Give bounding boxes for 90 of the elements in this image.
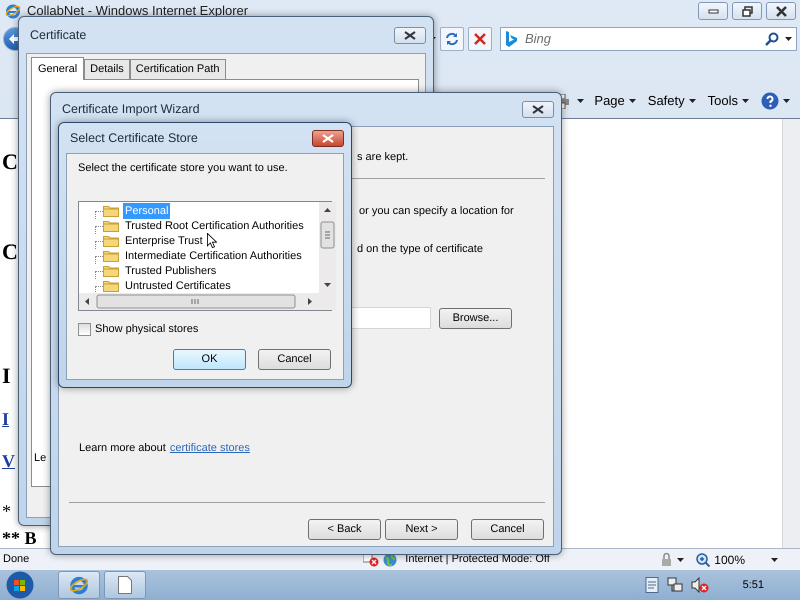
mouse-pointer-icon [207,233,217,248]
close-icon [532,105,544,114]
page-heading: C [2,151,18,173]
cancel-button[interactable]: Cancel [258,349,331,370]
notes-icon[interactable] [644,577,659,593]
prompt-text: Select the certificate store you want to use. [78,161,289,176]
caret-icon [628,99,636,103]
body-text: d on the type of certificate [357,242,483,257]
zoom-button[interactable]: 100% [694,550,780,568]
body-text: or you can specify a location for [359,204,514,219]
lock-icon [659,552,674,566]
dialog-title: Select Certificate Store [70,130,198,147]
cancel-button[interactable]: Cancel [471,519,544,540]
stop-icon [474,33,486,45]
speaker-muted-icon[interactable] [690,577,709,593]
page-text: * [2,502,11,520]
caret-icon [577,99,584,103]
page-link[interactable]: V [2,452,15,470]
tab[interactable]: Details [84,59,130,78]
minimize-icon [708,8,718,14]
caret-icon [785,37,792,41]
refresh-button[interactable] [440,27,464,51]
restore-icon [742,6,752,16]
caret-icon [688,99,696,103]
folder-icon [103,279,119,292]
close-button[interactable] [394,26,426,44]
body-text: s are kept. [357,150,408,165]
close-icon [404,30,416,40]
folder-icon [103,249,119,262]
browse-button[interactable]: Browse... [439,308,512,328]
browser-logo-icon [5,3,21,19]
close-icon [322,134,334,142]
scrollbar[interactable] [319,202,336,293]
document-icon [118,576,132,594]
caret-icon [771,558,778,562]
status-text: Done [3,552,30,568]
stop-button[interactable] [468,27,492,51]
start-button-icon[interactable] [6,571,34,599]
browser-logo-icon [69,575,89,595]
scrollbar[interactable] [782,119,800,548]
folder-icon [103,219,119,232]
clock: 5:51 [742,578,764,593]
tab[interactable]: Certification Path [130,59,226,78]
next-button[interactable]: Next > [385,519,458,540]
network-icon[interactable] [666,577,683,593]
restore-button[interactable] [732,2,762,20]
help-button[interactable] [759,92,792,110]
menu-button[interactable]: Tools [706,91,751,111]
menu-button[interactable]: Page [592,91,638,111]
caret-icon [742,99,749,103]
menu-button[interactable]: Safety [646,91,698,111]
ok-button[interactable]: OK [173,349,246,370]
close-button[interactable] [522,101,554,118]
folder-icon [103,234,119,247]
scrollbar[interactable] [79,293,319,310]
search-box[interactable]: Bing [500,27,797,51]
help-icon [761,92,779,110]
back-button[interactable]: < Back [308,519,381,540]
link[interactable]: certificate stores [170,441,250,456]
close-button[interactable] [312,130,344,146]
search-field[interactable]: Bing [523,28,759,50]
page-link[interactable]: I [2,410,10,428]
close-button[interactable] [766,2,796,20]
taskbar-button[interactable] [104,571,146,599]
page-heading: I [2,365,11,387]
tree-item[interactable]: Enterprise Trust [123,232,205,248]
zoom-icon [696,552,710,566]
folder-icon [103,264,119,277]
caret-icon [677,558,684,562]
tree-item[interactable]: Intermediate Certification Authorities [123,248,304,264]
body-text: Learn more about [79,441,166,456]
body-text: Le [34,451,46,466]
dialog-title: Certificate [30,26,86,44]
tree-item[interactable]: Trusted Root Certification Authorities [123,218,306,234]
page-text: ** B [2,529,37,547]
tree-item[interactable]: Trusted Publishers [123,262,218,278]
bing-logo-icon [505,31,517,47]
page-heading: C [2,241,18,263]
tab[interactable]: General [31,57,84,80]
window-title: CollabNet - Windows Internet Explorer [27,2,248,20]
taskbar-button[interactable] [58,571,100,599]
close-icon [776,6,786,16]
search-icon [765,32,779,46]
checkbox[interactable]: Show physical stores [78,322,332,337]
folder-icon [103,204,119,217]
tree-item[interactable]: Untrusted Certificates [123,278,233,293]
caret-icon [783,99,790,103]
minimize-button[interactable] [698,2,728,20]
dialog-title: Certificate Import Wizard [62,101,200,118]
refresh-icon [445,32,459,46]
